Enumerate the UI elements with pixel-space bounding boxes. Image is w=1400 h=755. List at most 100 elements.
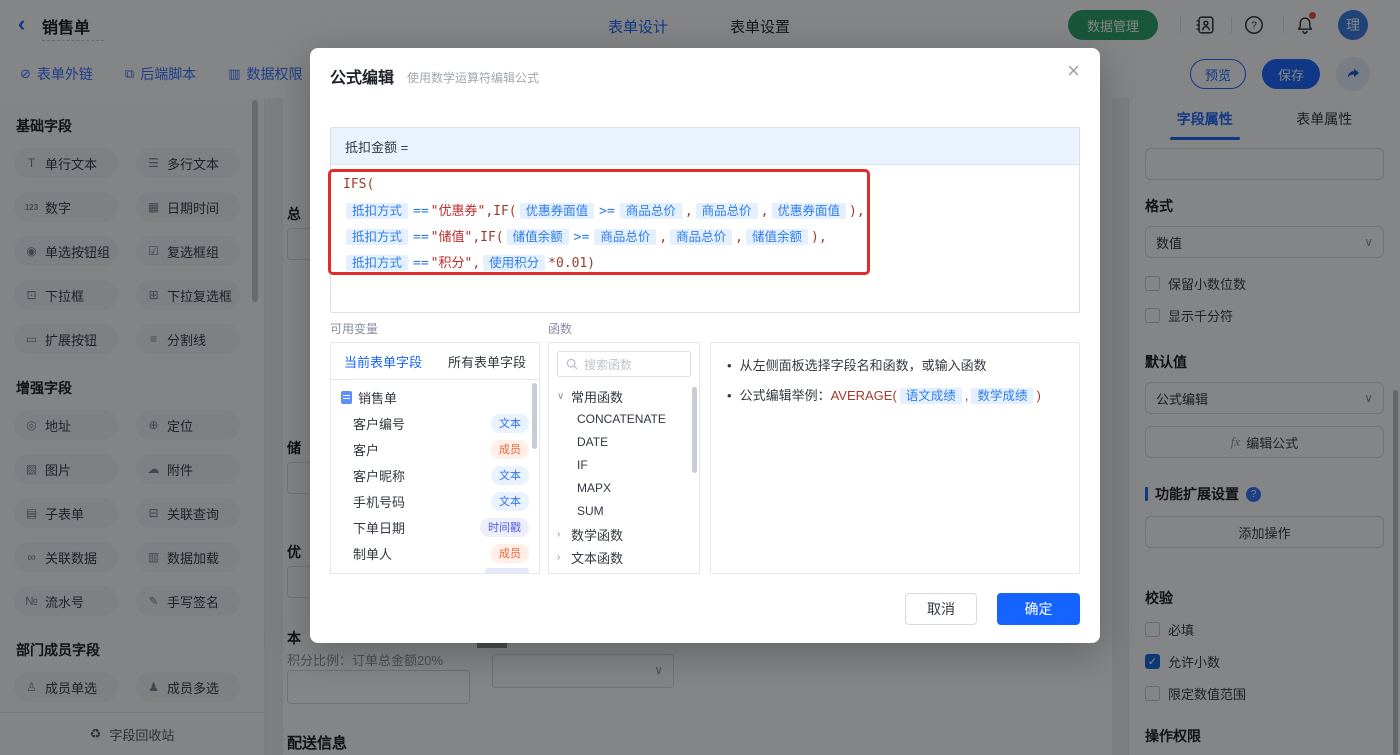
tip-row: • 公式编辑举例：AVERAGE(语文成绩,数学成绩) xyxy=(727,385,1063,407)
formula-token: 公式编辑举例： xyxy=(740,388,831,403)
modal-title: 公式编辑 xyxy=(330,64,394,88)
formula-edit-modal: 公式编辑 使用数学运算符编辑公式 × 抵扣金额 = IFS(抵扣方式=="优惠券… xyxy=(310,48,1100,643)
formula-token: ,IF( xyxy=(472,230,503,245)
field-chip[interactable]: 数学成绩 xyxy=(971,388,1033,404)
variable-name: 客户编号 xyxy=(353,414,405,433)
app: ‹ 销售单 表单设计 表单设置 数据管理 ? xyxy=(0,0,1400,755)
function-group-label: 常用函数 xyxy=(571,387,623,406)
formula-token: "积分" xyxy=(431,256,473,271)
cancel-button[interactable]: 取消 xyxy=(905,593,977,625)
formula-token: *0.01) xyxy=(548,256,595,271)
function-group-label: 文本函数 xyxy=(571,548,623,567)
variable-name: 制单人 xyxy=(353,544,392,563)
field-chip[interactable]: 使用积分 xyxy=(483,255,545,271)
chevron-right-icon: › xyxy=(557,552,571,563)
function-item[interactable]: SUM xyxy=(549,500,699,523)
form-doc-icon xyxy=(341,391,352,404)
clipped-badge xyxy=(485,568,529,573)
variable-name: 客户 xyxy=(353,440,379,459)
formula-token: , xyxy=(472,256,480,271)
formula-editor[interactable]: 抵扣金额 = IFS(抵扣方式=="优惠券",IF(优惠券面值>=商品总价,商品… xyxy=(330,127,1080,313)
variables-root-label: 销售单 xyxy=(358,388,397,407)
search-icon xyxy=(566,358,578,370)
field-chip[interactable]: 储值余额 xyxy=(507,229,569,245)
formula-token: , xyxy=(685,204,693,219)
formula-token: == xyxy=(413,256,429,271)
variable-item[interactable]: 制单人成员 xyxy=(331,540,539,566)
functions-panel: 搜索函数 ∨常用函数CONCATENATEDATEIFMAPXSUM›数学函数›… xyxy=(548,342,700,574)
function-group[interactable]: ›数学函数 xyxy=(549,523,699,546)
formula-target: 抵扣金额 = xyxy=(331,128,1079,165)
function-group[interactable]: ›文本函数 xyxy=(549,546,699,569)
close-icon[interactable]: × xyxy=(1067,60,1080,82)
chevron-down-icon: ∨ xyxy=(557,391,571,402)
formula-token: >= xyxy=(574,230,590,245)
variable-type-badge: 成员 xyxy=(491,440,529,459)
formula-token: IFS( xyxy=(343,177,374,192)
formula-line: 抵扣方式=="优惠券",IF(优惠券面值>=商品总价,商品总价,优惠券面值), xyxy=(343,198,1067,224)
variable-item[interactable]: 客户 成员 xyxy=(331,436,539,462)
variables-root[interactable]: 销售单 xyxy=(331,384,539,410)
formula-line: 抵扣方式 =="积分",使用积分*0.01) xyxy=(343,250,1067,276)
tab-all-form-fields[interactable]: 所有表单字段 xyxy=(435,343,539,379)
field-chip[interactable]: 优惠券面值 xyxy=(772,203,847,219)
field-chip[interactable]: 商品总价 xyxy=(594,229,656,245)
function-search-input[interactable]: 搜索函数 xyxy=(557,351,691,377)
field-chip[interactable]: 商品总价 xyxy=(620,203,682,219)
formula-token: >= xyxy=(599,204,615,219)
variables-list: 销售单 客户编号文本客户成员客户昵称文本手机号码文本下单日期时间戳制单人成员 xyxy=(331,380,539,566)
tip-text: 从左侧面板选择字段名和函数，或输入函数 xyxy=(740,355,987,376)
functions-scrollbar[interactable] xyxy=(692,387,697,473)
variable-item[interactable]: 客户编号文本 xyxy=(331,410,539,436)
formula-tips-panel: • 从左侧面板选择字段名和函数，或输入函数 • 公式编辑举例：AVERAGE(语… xyxy=(710,342,1080,574)
field-chip[interactable]: 商品总价 xyxy=(670,229,732,245)
formula-token: ), xyxy=(811,230,827,245)
variable-item[interactable]: 客户昵称 文本 xyxy=(331,462,539,488)
functions-label: 函数 xyxy=(548,320,572,337)
function-group-label: 数学函数 xyxy=(571,525,623,544)
formula-token: == xyxy=(413,230,429,245)
variable-name: 手机号码 xyxy=(353,492,405,511)
modal-subtitle: 使用数学运算符编辑公式 xyxy=(407,69,539,86)
formula-token: , xyxy=(735,230,743,245)
confirm-button[interactable]: 确定 xyxy=(997,593,1080,625)
function-item[interactable]: MAPX xyxy=(549,477,699,500)
field-chip[interactable]: 商品总价 xyxy=(696,203,758,219)
field-chip[interactable]: 抵扣方式 xyxy=(346,255,408,271)
chevron-right-icon: › xyxy=(557,529,571,540)
variables-tabs: 当前表单字段 所有表单字段 xyxy=(331,343,539,380)
formula-token: AVERAGE( xyxy=(831,388,897,403)
variable-type-badge: 文本 xyxy=(491,466,529,485)
search-placeholder: 搜索函数 xyxy=(584,356,632,373)
variable-type-badge: 文本 xyxy=(491,492,529,511)
variables-label: 可用变量 xyxy=(330,320,378,337)
function-item[interactable]: IF xyxy=(549,454,699,477)
function-item[interactable]: CONCATENATE xyxy=(549,408,699,431)
variable-item[interactable]: 下单日期 时间戳 xyxy=(331,514,539,540)
formula-token: ,IF( xyxy=(485,204,516,219)
formula-token: , xyxy=(965,388,969,403)
formula-token: ), xyxy=(849,204,865,219)
formula-token: , xyxy=(761,204,769,219)
tip-row: • 从左侧面板选择字段名和函数，或输入函数 xyxy=(727,355,1063,376)
formula-line: IFS( xyxy=(343,172,1067,198)
variables-panel: 当前表单字段 所有表单字段 销售单 客户编号文本客户成员客户昵称文本手机号码文本… xyxy=(330,342,540,574)
variable-name: 客户昵称 xyxy=(353,466,405,485)
formula-token: "储值" xyxy=(431,230,473,245)
variable-item[interactable]: 手机号码 文本 xyxy=(331,488,539,514)
field-chip[interactable]: 储值余额 xyxy=(746,229,808,245)
variables-scrollbar[interactable] xyxy=(532,383,537,449)
formula-token: == xyxy=(413,204,429,219)
variable-type-badge: 时间戳 xyxy=(480,518,529,537)
field-chip[interactable]: 优惠券面值 xyxy=(520,203,595,219)
function-item[interactable]: DATE xyxy=(549,431,699,454)
field-chip[interactable]: 抵扣方式 xyxy=(346,203,408,219)
formula-code[interactable]: IFS(抵扣方式=="优惠券",IF(优惠券面值>=商品总价,商品总价,优惠券面… xyxy=(331,165,1079,283)
formula-token: "优惠券" xyxy=(431,204,486,219)
field-chip[interactable]: 语文成绩 xyxy=(900,388,962,404)
function-group[interactable]: ∨常用函数 xyxy=(549,385,699,408)
tab-current-form-fields[interactable]: 当前表单字段 xyxy=(331,343,435,379)
tip-example: 公式编辑举例：AVERAGE(语文成绩,数学成绩) xyxy=(740,385,1041,407)
variable-name: 下单日期 xyxy=(353,518,405,537)
field-chip[interactable]: 抵扣方式 xyxy=(346,229,408,245)
